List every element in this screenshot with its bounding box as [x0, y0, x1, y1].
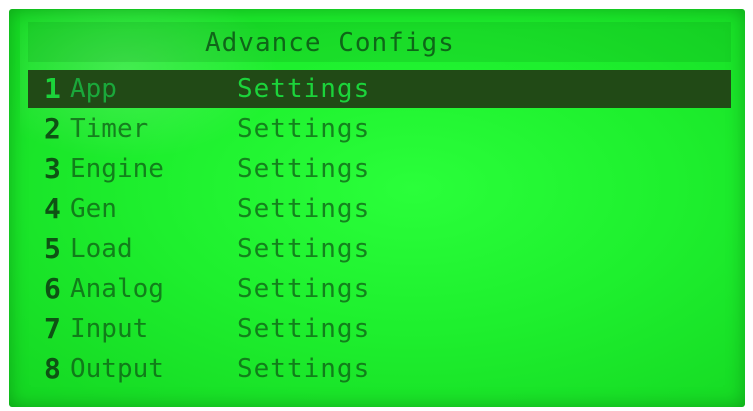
- menu-item-value: Settings: [237, 234, 371, 264]
- menu-item-value: Settings: [237, 314, 371, 344]
- menu-item-name: Input: [70, 314, 149, 344]
- menu-item-app[interactable]: 1 App Settings: [28, 70, 731, 108]
- menu-item-number: 8: [44, 352, 61, 385]
- menu-item-name: Analog: [70, 274, 164, 304]
- menu-item-value: Settings: [237, 354, 371, 384]
- menu-item-value: Settings: [237, 74, 371, 104]
- menu-item-output[interactable]: 8 Output Settings: [28, 350, 731, 388]
- menu-item-timer[interactable]: 2 Timer Settings: [28, 110, 731, 148]
- menu-item-name: Engine: [70, 154, 164, 184]
- menu-item-input[interactable]: 7 Input Settings: [28, 310, 731, 348]
- menu-item-value: Settings: [237, 194, 371, 224]
- menu-item-value: Settings: [237, 114, 371, 144]
- menu-item-gen[interactable]: 4 Gen Settings: [28, 190, 731, 228]
- menu-item-name: Timer: [70, 114, 149, 144]
- menu-item-engine[interactable]: 3 Engine Settings: [28, 150, 731, 188]
- screen-title: Advance Configs: [205, 28, 455, 58]
- menu-item-number: 5: [44, 232, 61, 265]
- menu-item-number: 6: [44, 272, 61, 305]
- menu-item-number: 2: [44, 112, 61, 145]
- menu-item-number: 4: [44, 192, 61, 225]
- menu-item-value: Settings: [237, 274, 371, 304]
- menu-item-number: 1: [44, 72, 61, 105]
- menu-item-number: 3: [44, 152, 61, 185]
- menu-item-analog[interactable]: 6 Analog Settings: [28, 270, 731, 308]
- menu-item-name: App: [70, 74, 117, 104]
- menu-item-name: Output: [70, 354, 164, 384]
- menu-item-name: Gen: [70, 194, 117, 224]
- menu-item-value: Settings: [237, 154, 371, 184]
- menu-item-load[interactable]: 5 Load Settings: [28, 230, 731, 268]
- menu-item-number: 7: [44, 312, 61, 345]
- menu-item-name: Load: [70, 234, 133, 264]
